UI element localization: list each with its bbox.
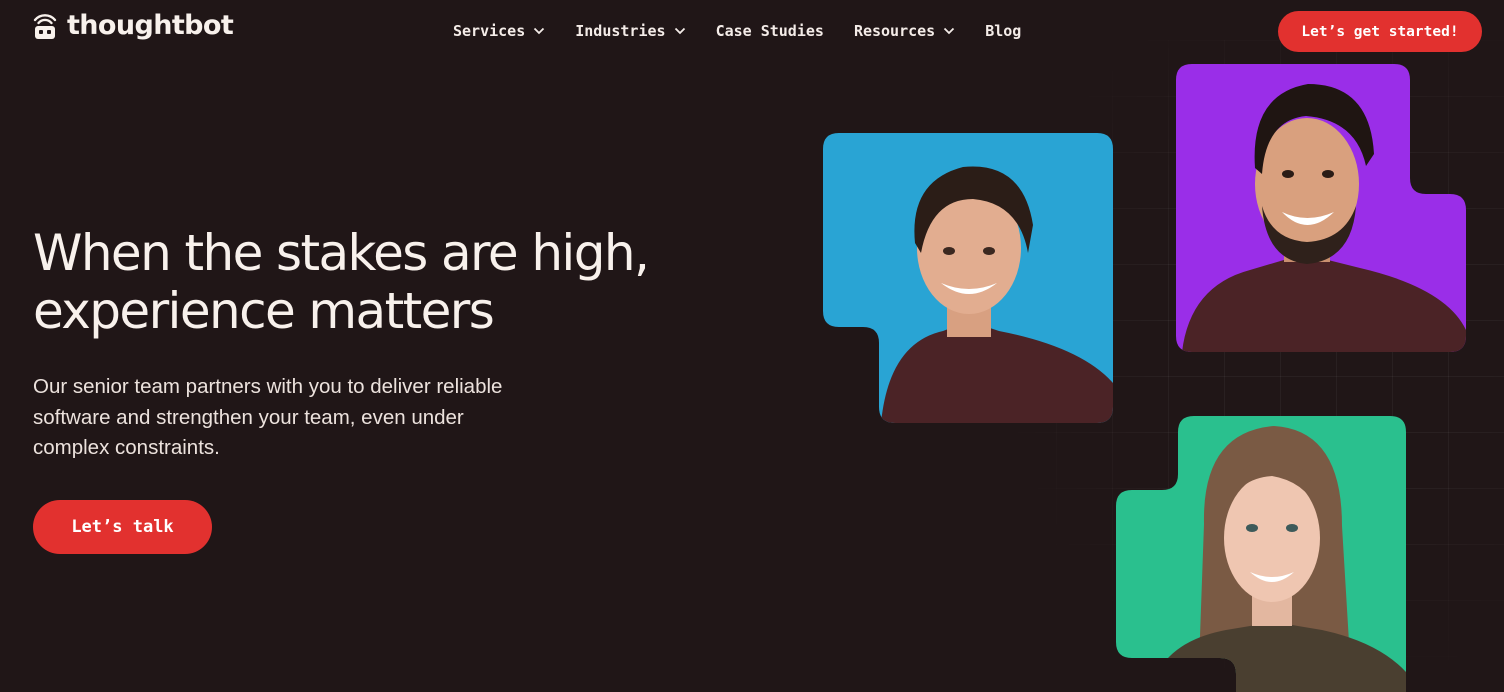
lets-talk-button[interactable]: Let’s talk [33,500,212,554]
nav-label: Industries [575,22,666,40]
chevron-down-icon [674,27,685,35]
nav-label: Blog [985,22,1022,40]
site-header: thoughtbot Services Industries Case Stud… [0,0,1504,64]
main-nav: Services Industries Case Studies Resourc… [453,20,1021,42]
brand-name: thoughtbot [67,10,234,41]
nav-item-services[interactable]: Services [453,22,545,40]
page: thoughtbot Services Industries Case Stud… [0,0,1504,692]
robot-wifi-icon [33,13,57,39]
nav-item-resources[interactable]: Resources [854,22,955,40]
team-portrait-blue [823,133,1113,423]
team-portrait-green [1116,416,1406,692]
hero-title-line-1: When the stakes are high, [33,224,650,282]
nav-item-industries[interactable]: Industries [575,22,685,40]
hero-title-line-2: experience matters [33,282,495,340]
hero-title: When the stakes are high, experience mat… [33,224,733,340]
logo-link[interactable]: thoughtbot [33,10,234,41]
nav-label: Resources [853,22,936,40]
chevron-down-icon [944,27,955,35]
get-started-button[interactable]: Let’s get started! [1278,11,1482,52]
hero-subtitle: Our senior team partners with you to del… [33,375,503,459]
team-portrait-purple [1176,64,1466,352]
nav-label: Services [453,22,526,40]
nav-label: Case Studies [715,22,824,40]
chevron-down-icon [534,27,545,35]
nav-item-blog[interactable]: Blog [985,22,1021,40]
nav-item-case-studies[interactable]: Case Studies [716,22,824,40]
